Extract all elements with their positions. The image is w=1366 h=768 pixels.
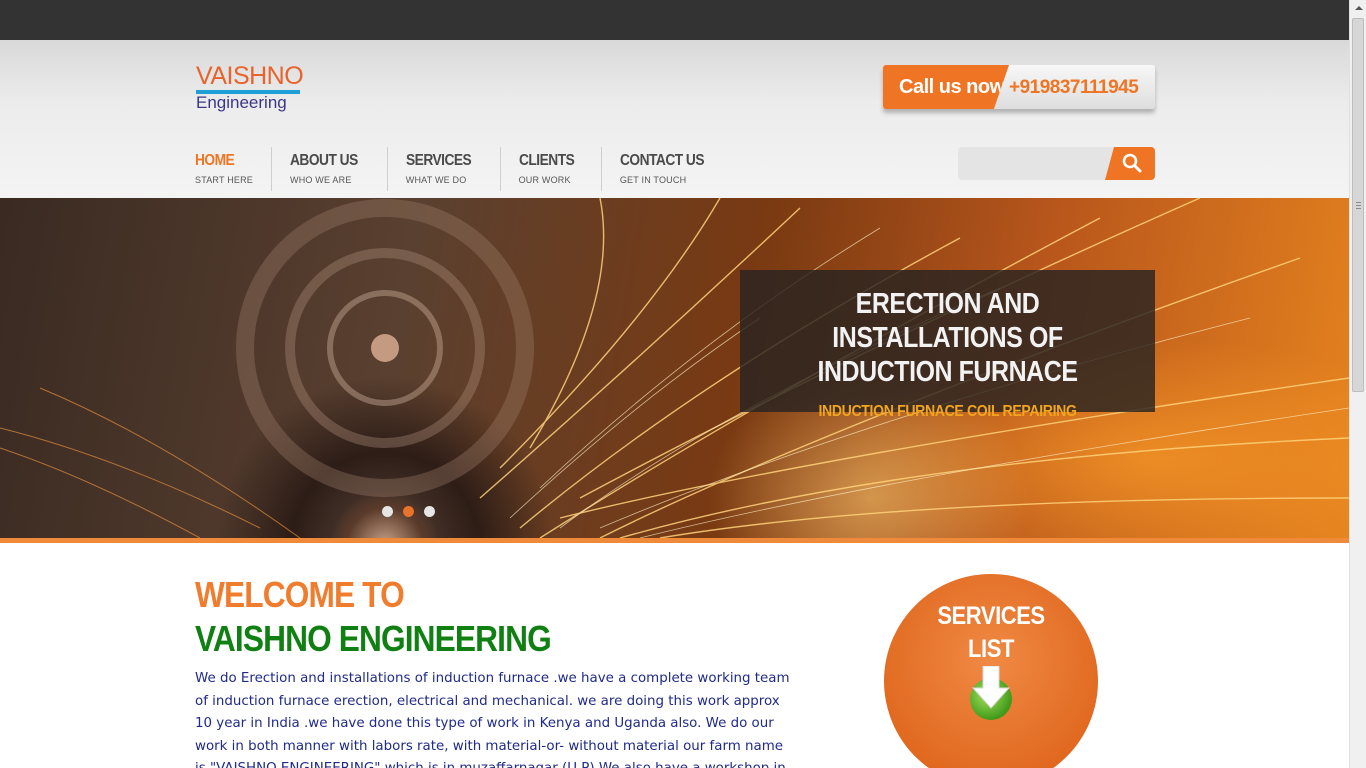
services-list-button[interactable]: SERVICES LIST xyxy=(884,574,1098,768)
down-arrow-icon xyxy=(970,666,1012,720)
nav-subtitle: GET IN TOUCH xyxy=(619,175,687,185)
nav-title: HOME xyxy=(195,152,235,169)
main-nav: HOME START HERE ABOUT US WHO WE ARE SERV… xyxy=(195,147,736,191)
hero-slider[interactable]: ERECTION AND INSTALLATIONS OF INDUCTION … xyxy=(0,198,1349,538)
search-box xyxy=(958,147,1155,180)
slider-dot-2[interactable] xyxy=(403,506,414,517)
logo-text-bottom: Engineering xyxy=(196,93,287,112)
nav-subtitle: WHAT WE DO xyxy=(405,175,467,185)
nav-subtitle: WHO WE ARE xyxy=(290,175,352,185)
scroll-thumb[interactable] xyxy=(1352,18,1364,392)
company-heading: VAISHNO ENGINEERING xyxy=(195,618,552,659)
vertical-scrollbar[interactable] xyxy=(1349,0,1366,768)
nav-clients[interactable]: CLIENTS OUR WORK xyxy=(499,147,601,191)
slide-title: ERECTION AND INSTALLATIONS OF INDUCTION … xyxy=(817,288,1078,388)
slider-dot-3[interactable] xyxy=(424,506,435,517)
scroll-grip xyxy=(1356,202,1361,209)
services-list-label: SERVICES LIST xyxy=(937,602,1045,663)
nav-title: CONTACT US xyxy=(619,152,705,169)
nav-title: SERVICES xyxy=(405,152,472,169)
scroll-up-arrow-icon[interactable] xyxy=(1350,0,1366,17)
nav-subtitle: OUR WORK xyxy=(518,175,571,185)
intro-paragraph: We do Erection and installations of indu… xyxy=(195,671,790,768)
search-icon xyxy=(1122,153,1142,173)
call-label: Call us now xyxy=(883,65,1009,109)
search-input[interactable] xyxy=(958,147,1118,180)
phone-number[interactable]: +919837111945 xyxy=(1009,65,1139,109)
logo-text-top: VAISHNO xyxy=(196,62,304,90)
slider-dot-1[interactable] xyxy=(382,506,393,517)
call-box: Call us now +919837111945 xyxy=(883,65,1155,109)
welcome-heading: WELCOME TO xyxy=(195,574,405,615)
nav-title: CLIENTS xyxy=(518,152,575,169)
nav-title: ABOUT US xyxy=(290,152,358,169)
nav-subtitle: START HERE xyxy=(195,175,254,185)
slide-caption: ERECTION AND INSTALLATIONS OF INDUCTION … xyxy=(740,270,1155,420)
hero-divider xyxy=(0,538,1349,543)
nav-about-us[interactable]: ABOUT US WHO WE ARE xyxy=(271,147,387,191)
slide-subtitle: INDUCTION FURNACE COIL REPAIRING xyxy=(818,403,1077,420)
nav-services[interactable]: SERVICES WHAT WE DO xyxy=(386,147,500,191)
nav-contact-us[interactable]: CONTACT US GET IN TOUCH xyxy=(600,147,736,191)
slider-dots xyxy=(382,506,435,517)
nav-home[interactable]: HOME START HERE xyxy=(195,147,271,191)
top-bar xyxy=(0,0,1349,40)
logo[interactable]: VAISHNO Engineering xyxy=(196,63,306,115)
